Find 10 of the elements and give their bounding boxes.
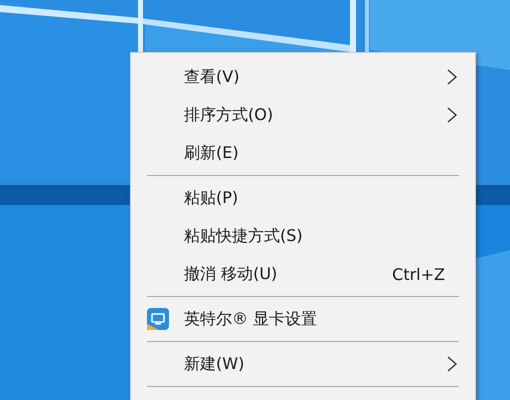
menu-item[interactable]: 新建(W) — [131, 345, 475, 383]
menu-item[interactable]: 排序方式(O) — [131, 96, 475, 134]
menu-item[interactable]: 撤消 移动(U) Ctrl+Z — [131, 255, 475, 293]
menu-item[interactable]: 查看(V) — [131, 58, 475, 96]
shortcut-text: Ctrl+Z — [392, 264, 445, 284]
display-icon — [147, 308, 169, 330]
menu-item[interactable]: 粘贴快捷方式(S) — [131, 217, 475, 255]
menu-item[interactable]: 粘贴(P) — [131, 179, 475, 217]
menu-item[interactable]: 英特尔® 显卡设置 — [131, 300, 475, 338]
menu-item[interactable]: 刷新(E) — [131, 134, 475, 172]
